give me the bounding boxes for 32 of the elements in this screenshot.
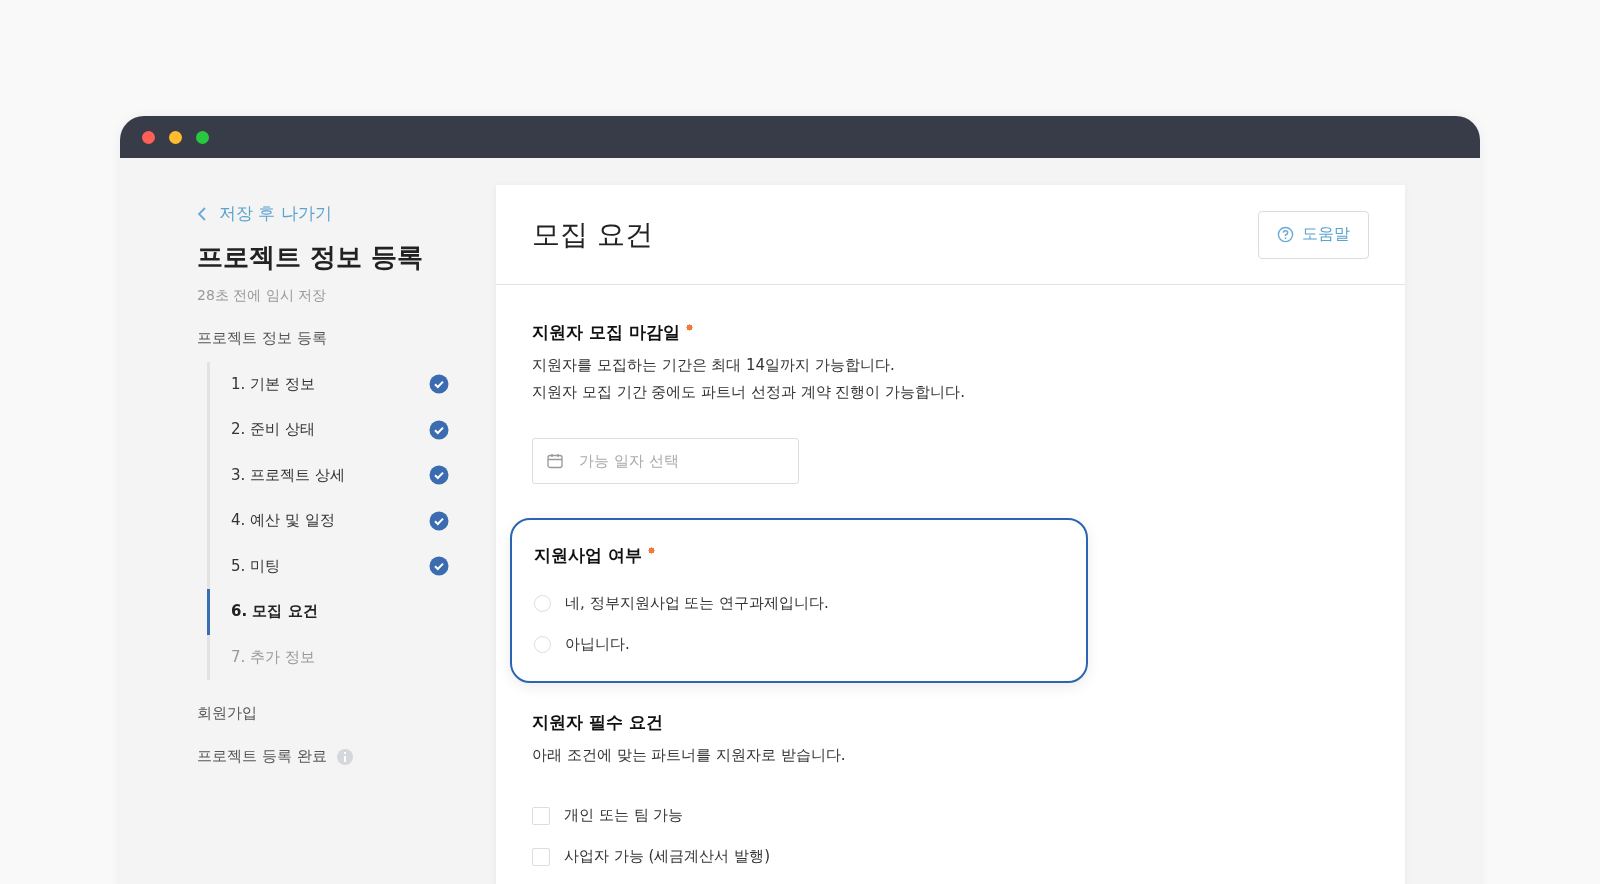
autosave-status: 28초 전에 임시 저장 xyxy=(197,286,328,305)
field-label: 지원자 필수 요건 xyxy=(532,711,663,734)
minimize-dot-icon[interactable] xyxy=(169,130,182,144)
checkbox[interactable] xyxy=(532,806,550,825)
option-label[interactable]: 아닙니다. xyxy=(565,635,630,654)
step-item[interactable]: 5. 미팅 xyxy=(207,543,449,589)
step-item[interactable]: 4. 예산 및 일정 xyxy=(207,498,449,544)
card-title: 모집 요건 xyxy=(532,216,653,253)
step-item[interactable]: 6. 모집 요건 xyxy=(207,589,449,635)
field-label: 지원자 모집 마감일 xyxy=(532,321,680,344)
help-icon xyxy=(1277,226,1294,243)
maximize-dot-icon[interactable] xyxy=(196,130,209,144)
step-item[interactable]: 2. 준비 상태 xyxy=(207,407,449,453)
help-text: 지원자를 모집하는 기간은 최대 14일까지 가능합니다. xyxy=(532,355,896,376)
checkbox[interactable] xyxy=(532,847,550,866)
help-text: 지원자 모집 기간 중에도 파트너 선정과 계약 진행이 가능합니다. xyxy=(532,382,966,403)
help-text: 아래 조건에 맞는 파트너를 지원자로 받습니다. xyxy=(532,745,847,766)
calendar-icon xyxy=(546,452,564,470)
close-dot-icon[interactable] xyxy=(142,130,155,144)
info-icon[interactable] xyxy=(336,748,353,765)
option-label[interactable]: 개인 또는 팀 가능 xyxy=(564,806,684,825)
step-item[interactable]: 1. 기본 정보 xyxy=(207,361,449,407)
option-label[interactable]: 사업자 가능 (세금계산서 발행) xyxy=(564,847,770,866)
date-field[interactable]: 가능 일자 선택 xyxy=(532,438,799,484)
field-label: 지원사업 여부 xyxy=(534,544,642,567)
option-label[interactable]: 네, 정부지원사업 또는 연구과제입니다. xyxy=(565,594,829,613)
section-label[interactable]: 프로젝트 등록 완료 xyxy=(197,747,327,766)
page-title: 프로젝트 정보 등록 xyxy=(197,240,425,274)
section-label[interactable]: 회원가입 xyxy=(197,704,257,723)
section-label[interactable]: 프로젝트 정보 등록 xyxy=(197,328,327,348)
step-item[interactable]: 3. 프로젝트 상세 xyxy=(207,452,449,498)
chevron-left-icon xyxy=(197,205,207,222)
